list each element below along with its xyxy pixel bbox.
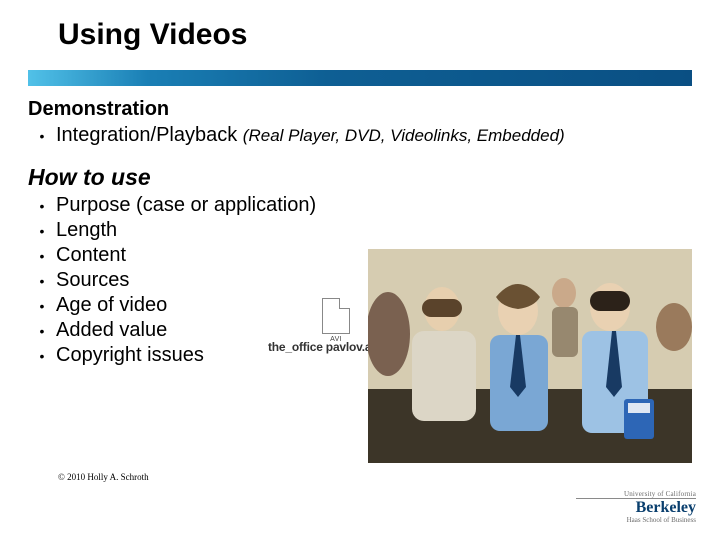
bullet-note: (Real Player, DVD, Videolinks, Embedded) [243, 126, 565, 145]
bullet-text: Content [56, 243, 126, 268]
bullet-text: Age of video [56, 293, 167, 318]
bullet-text: Copyright issues [56, 343, 204, 368]
video-file-icon: AVI [312, 298, 360, 343]
logo-top-line: University of California [576, 490, 696, 498]
logo-wordmark: Berkeley [576, 498, 696, 516]
berkeley-logo: University of California Berkeley Haas S… [576, 490, 696, 524]
section1-heading: Demonstration [28, 98, 692, 121]
embedded-photo [368, 249, 692, 463]
bullet-text: Purpose (case or application) [56, 193, 316, 218]
bullet-dot: • [28, 128, 56, 146]
bullet-text: Integration/Playback (Real Player, DVD, … [56, 123, 565, 148]
bullet-dot: • [28, 298, 56, 316]
slide-title: Using Videos [58, 18, 248, 52]
bullet-dot: • [28, 248, 56, 266]
bullet-dot: • [28, 273, 56, 291]
bullet-dot: • [28, 323, 56, 341]
list-item: • Purpose (case or application) [28, 193, 692, 218]
logo-subline: Haas School of Business [576, 516, 696, 524]
section2-heading: How to use [28, 164, 692, 191]
divider-bar [28, 70, 692, 86]
bullet-text: Added value [56, 318, 167, 343]
list-item: • Length [28, 218, 692, 243]
copyright-text: © 2010 Holly A. Schroth [58, 472, 149, 482]
slide: Using Videos Demonstration • Integration… [0, 0, 720, 540]
video-file-caption: the_office pavlov.av [268, 340, 378, 354]
bullet-dot: • [28, 223, 56, 241]
list-item: • Integration/Playback (Real Player, DVD… [28, 123, 692, 148]
file-page-icon [322, 298, 350, 334]
bullet-dot: • [28, 348, 56, 366]
bullet-text: Length [56, 218, 117, 243]
bullet-dot: • [28, 198, 56, 216]
bullet-label: Integration/Playback [56, 124, 237, 146]
bullet-text: Sources [56, 268, 129, 293]
